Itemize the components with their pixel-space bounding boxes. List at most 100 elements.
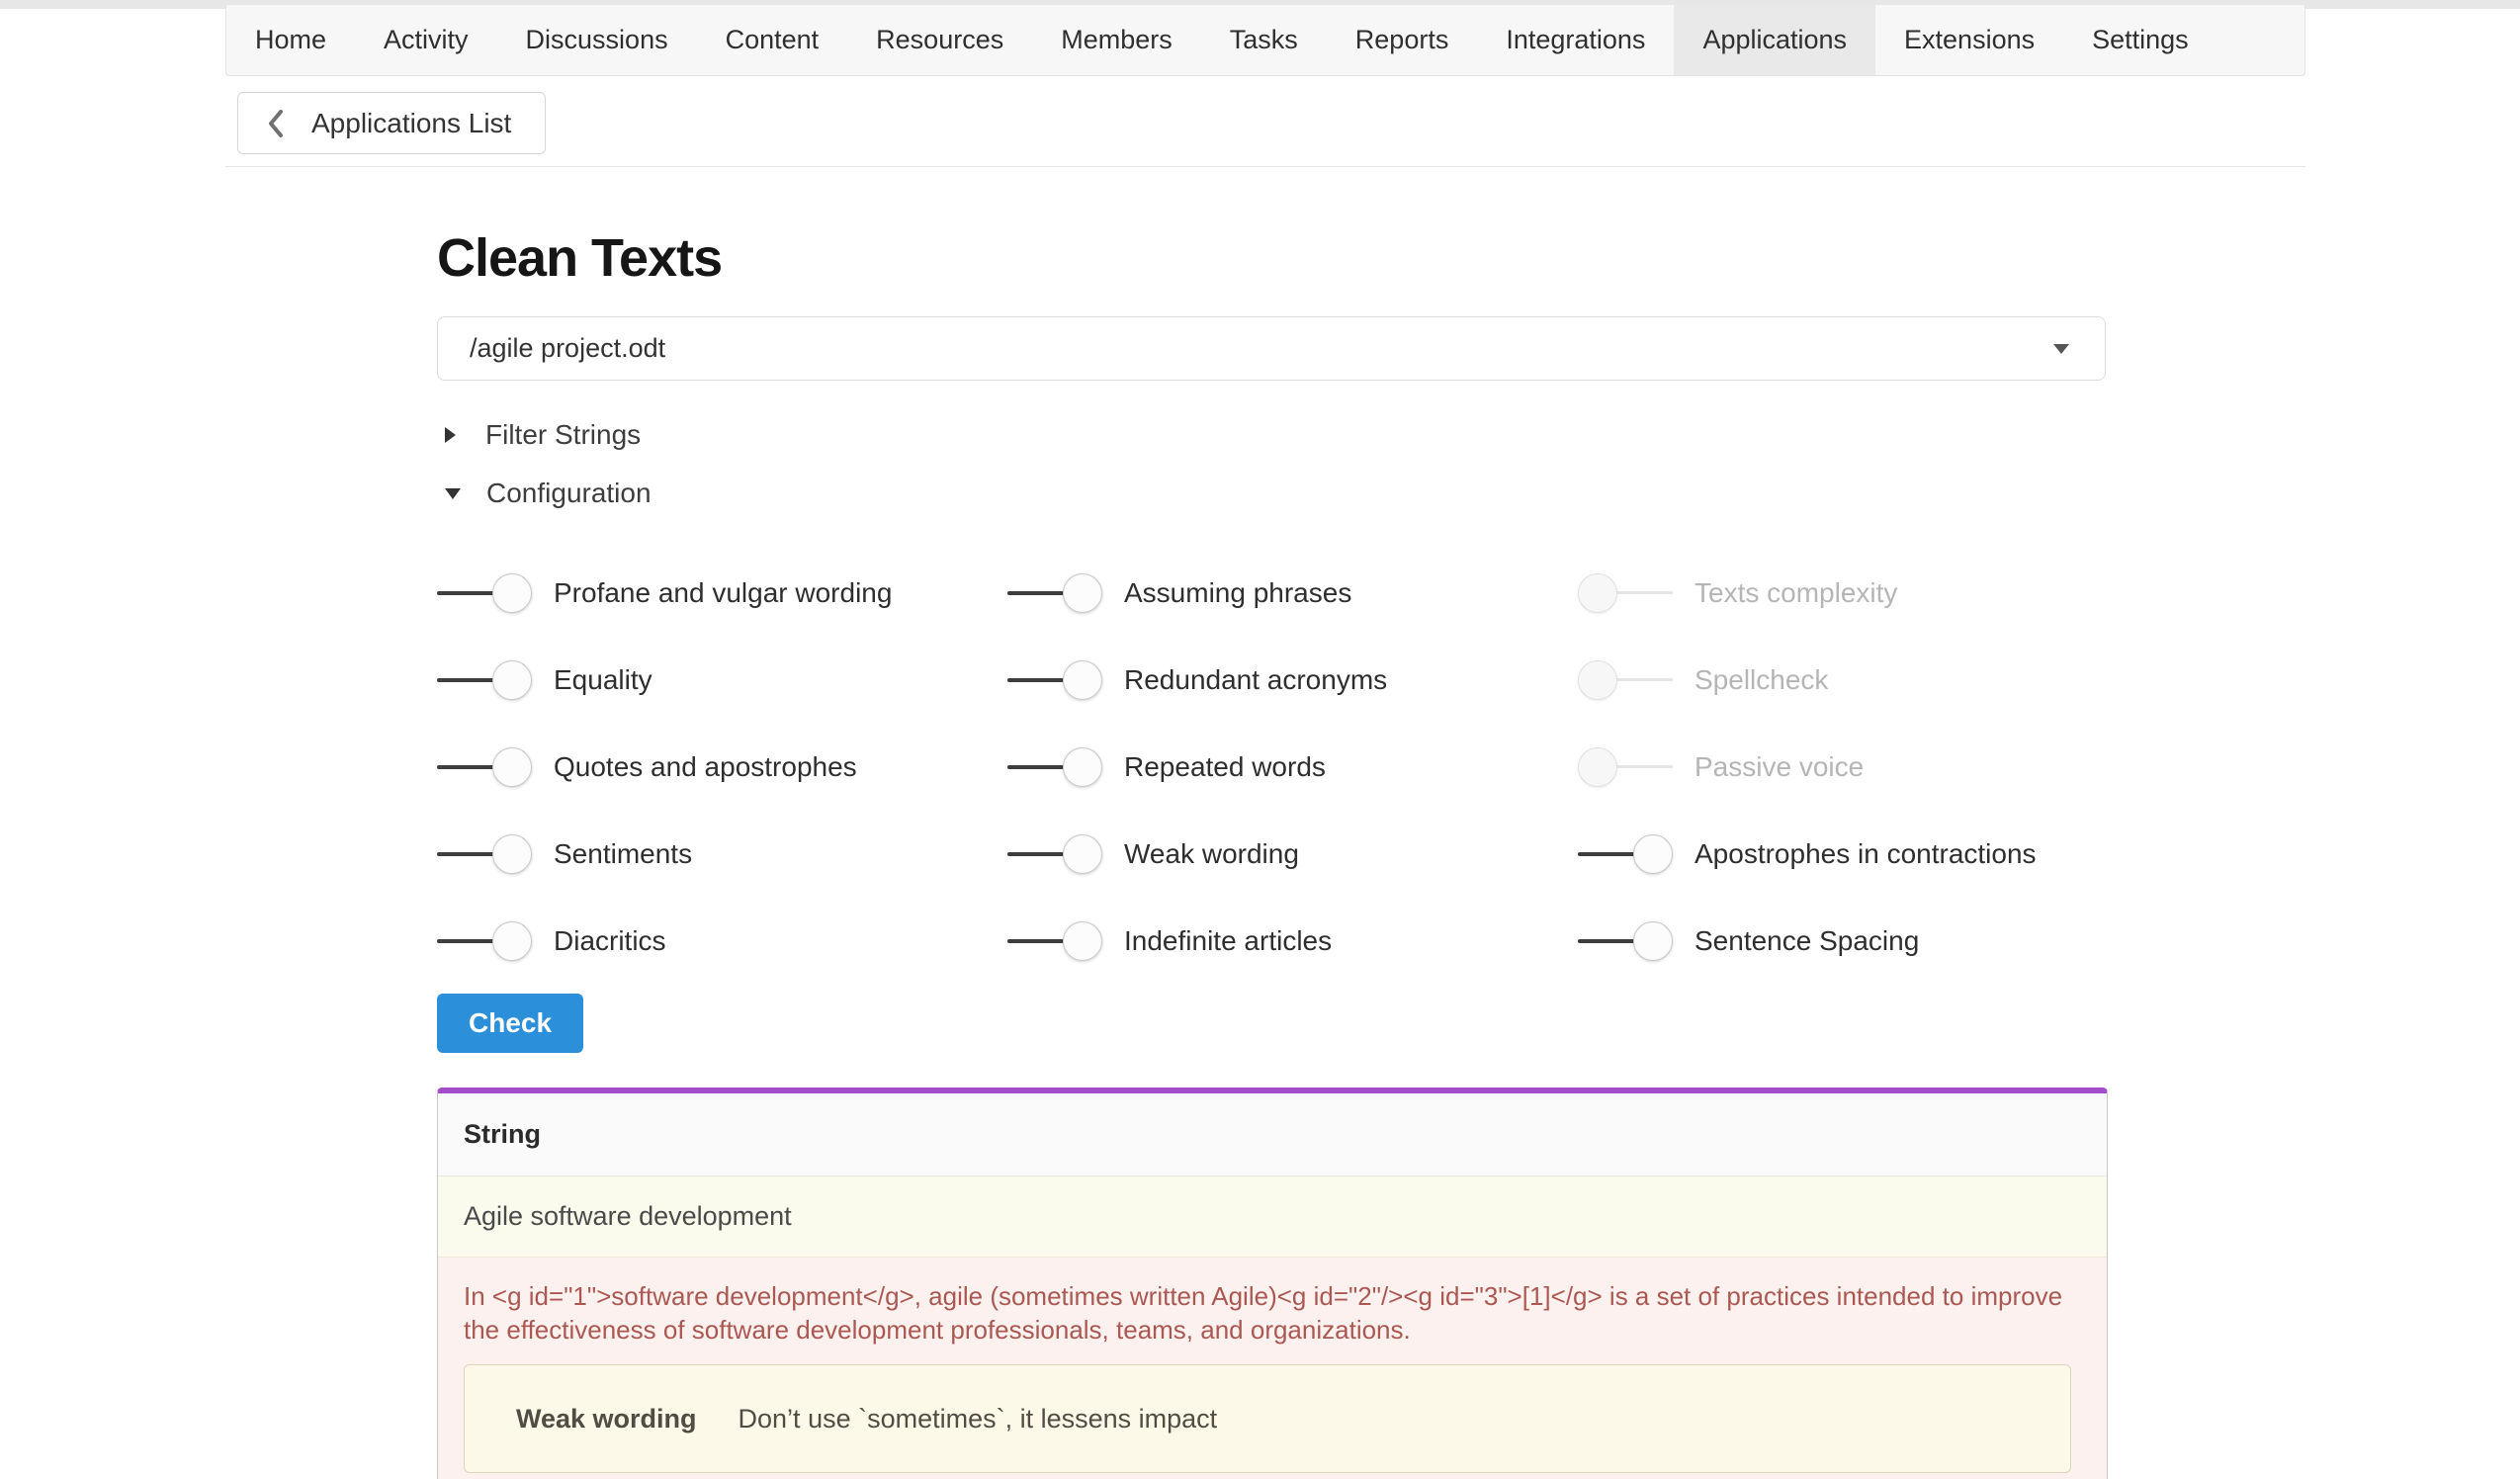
toggle-track	[437, 591, 500, 595]
toggle-knob	[1063, 660, 1102, 700]
toggle-track	[1007, 678, 1071, 682]
toggle-row-sentence-spacing: Sentence Spacing	[1578, 898, 2148, 985]
toggle-spellcheck[interactable]	[1578, 660, 1673, 700]
tab-content[interactable]: Content	[697, 5, 848, 75]
applications-list-back-button[interactable]: Applications List	[237, 92, 546, 154]
back-button-label: Applications List	[311, 108, 511, 139]
toggle-label-sentence-spacing: Sentence Spacing	[1694, 925, 1919, 957]
triangle-down-icon	[445, 488, 461, 499]
toggle-knob	[1633, 834, 1673, 874]
filter-strings-label: Filter Strings	[485, 419, 641, 451]
result-string-row[interactable]: Agile software development	[438, 1176, 2107, 1258]
issue-message: Don’t use `sometimes`, it lessens impact	[739, 1404, 1218, 1435]
tab-extensions[interactable]: Extensions	[1875, 5, 2063, 75]
result-panel: String Agile software development In <g …	[437, 1088, 2108, 1479]
toggle-row-quotes-and-apostrophes: Quotes and apostrophes	[437, 724, 1007, 811]
toggle-apostrophes-in-contractions[interactable]	[1578, 834, 1673, 874]
tab-reports[interactable]: Reports	[1327, 5, 1478, 75]
tab-members[interactable]: Members	[1032, 5, 1201, 75]
chevron-left-icon	[266, 108, 286, 139]
toggle-label-texts-complexity: Texts complexity	[1694, 577, 1897, 609]
toggle-knob	[1578, 747, 1617, 787]
toggle-label-indefinite-articles: Indefinite articles	[1124, 925, 1332, 957]
toggle-indefinite-articles[interactable]	[1007, 921, 1102, 961]
toggle-track	[437, 765, 500, 769]
check-button[interactable]: Check	[437, 994, 583, 1053]
toggle-track	[437, 678, 500, 682]
toggle-texts-complexity[interactable]	[1578, 573, 1673, 613]
toggle-row-texts-complexity: Texts complexity	[1578, 550, 2148, 637]
toggle-row-redundant-acronyms: Redundant acronyms	[1007, 637, 1578, 724]
configuration-section-toggle[interactable]: Configuration	[445, 478, 652, 509]
toggle-track	[1007, 939, 1071, 943]
tab-resources[interactable]: Resources	[847, 5, 1032, 75]
toggle-knob	[1578, 573, 1617, 613]
toggle-row-assuming-phrases: Assuming phrases	[1007, 550, 1578, 637]
tab-tasks[interactable]: Tasks	[1201, 5, 1327, 75]
triangle-right-icon	[445, 427, 456, 443]
chevron-down-icon	[2053, 344, 2069, 354]
toggle-label-diacritics: Diacritics	[554, 925, 666, 957]
tab-activity[interactable]: Activity	[355, 5, 497, 75]
filter-strings-section-toggle[interactable]: Filter Strings	[445, 419, 641, 451]
toggle-knob	[492, 573, 532, 613]
toggle-row-apostrophes-in-contractions: Apostrophes in contractions	[1578, 811, 2148, 898]
toggle-passive-voice[interactable]	[1578, 747, 1673, 787]
toggle-assuming-phrases[interactable]	[1007, 573, 1102, 613]
toggle-repeated-words[interactable]	[1007, 747, 1102, 787]
toggle-sentiments[interactable]	[437, 834, 532, 874]
configuration-label: Configuration	[486, 478, 652, 509]
toggle-knob	[1578, 660, 1617, 700]
toggle-label-quotes-and-apostrophes: Quotes and apostrophes	[554, 751, 857, 783]
configuration-toggle-grid: Profane and vulgar wordingEquality Quotes…	[437, 550, 2148, 985]
toggle-quotes-and-apostrophes[interactable]	[437, 747, 532, 787]
toggle-knob	[492, 747, 532, 787]
toggle-row-repeated-words: Repeated words	[1007, 724, 1578, 811]
toggle-track	[1007, 852, 1071, 856]
toggle-weak-wording[interactable]	[1007, 834, 1102, 874]
toggle-label-spellcheck: Spellcheck	[1694, 664, 1828, 696]
toggle-knob	[492, 834, 532, 874]
tab-applications[interactable]: Applications	[1674, 5, 1875, 75]
toggle-knob	[1633, 921, 1673, 961]
error-string-text: In <g id="1">software development</g>, a…	[464, 1279, 2071, 1347]
issue-box: Weak wording Don’t use `sometimes`, it l…	[464, 1364, 2071, 1473]
result-error-section: In <g id="1">software development</g>, a…	[438, 1258, 2107, 1479]
toggle-label-assuming-phrases: Assuming phrases	[1124, 577, 1351, 609]
toggle-profane-and-vulgar-wording[interactable]	[437, 573, 532, 613]
toggle-redundant-acronyms[interactable]	[1007, 660, 1102, 700]
toggle-track	[1007, 765, 1071, 769]
result-header: String	[438, 1093, 2107, 1176]
toggle-row-profane-and-vulgar-wording: Profane and vulgar wording	[437, 550, 1007, 637]
toggle-row-sentiments: Sentiments	[437, 811, 1007, 898]
toggle-knob	[1063, 834, 1102, 874]
tab-discussions[interactable]: Discussions	[497, 5, 697, 75]
file-select-value: /agile project.odt	[470, 333, 2053, 364]
toggle-track	[437, 939, 500, 943]
toggle-track	[437, 852, 500, 856]
toggle-row-passive-voice: Passive voice	[1578, 724, 2148, 811]
issue-type-label: Weak wording	[516, 1404, 697, 1435]
toggle-label-repeated-words: Repeated words	[1124, 751, 1326, 783]
toggle-label-redundant-acronyms: Redundant acronyms	[1124, 664, 1387, 696]
page-title: Clean Texts	[437, 227, 722, 289]
toggle-sentence-spacing[interactable]	[1578, 921, 1673, 961]
tab-integrations[interactable]: Integrations	[1477, 5, 1674, 75]
toggle-knob	[492, 921, 532, 961]
toggle-row-diacritics: Diacritics	[437, 898, 1007, 985]
toggle-knob	[1063, 573, 1102, 613]
toggle-knob	[1063, 921, 1102, 961]
file-select-dropdown[interactable]: /agile project.odt	[437, 316, 2106, 381]
toggle-row-indefinite-articles: Indefinite articles	[1007, 898, 1578, 985]
tab-settings[interactable]: Settings	[2063, 5, 2217, 75]
header-divider	[225, 166, 2305, 167]
toggle-equality[interactable]	[437, 660, 532, 700]
toggle-row-equality: Equality	[437, 637, 1007, 724]
toggle-knob	[1063, 747, 1102, 787]
toggle-label-passive-voice: Passive voice	[1694, 751, 1864, 783]
tab-home[interactable]: Home	[226, 5, 355, 75]
toggle-row-spellcheck: Spellcheck	[1578, 637, 2148, 724]
toggle-diacritics[interactable]	[437, 921, 532, 961]
toggle-label-sentiments: Sentiments	[554, 838, 692, 870]
toggle-track	[1578, 852, 1641, 856]
